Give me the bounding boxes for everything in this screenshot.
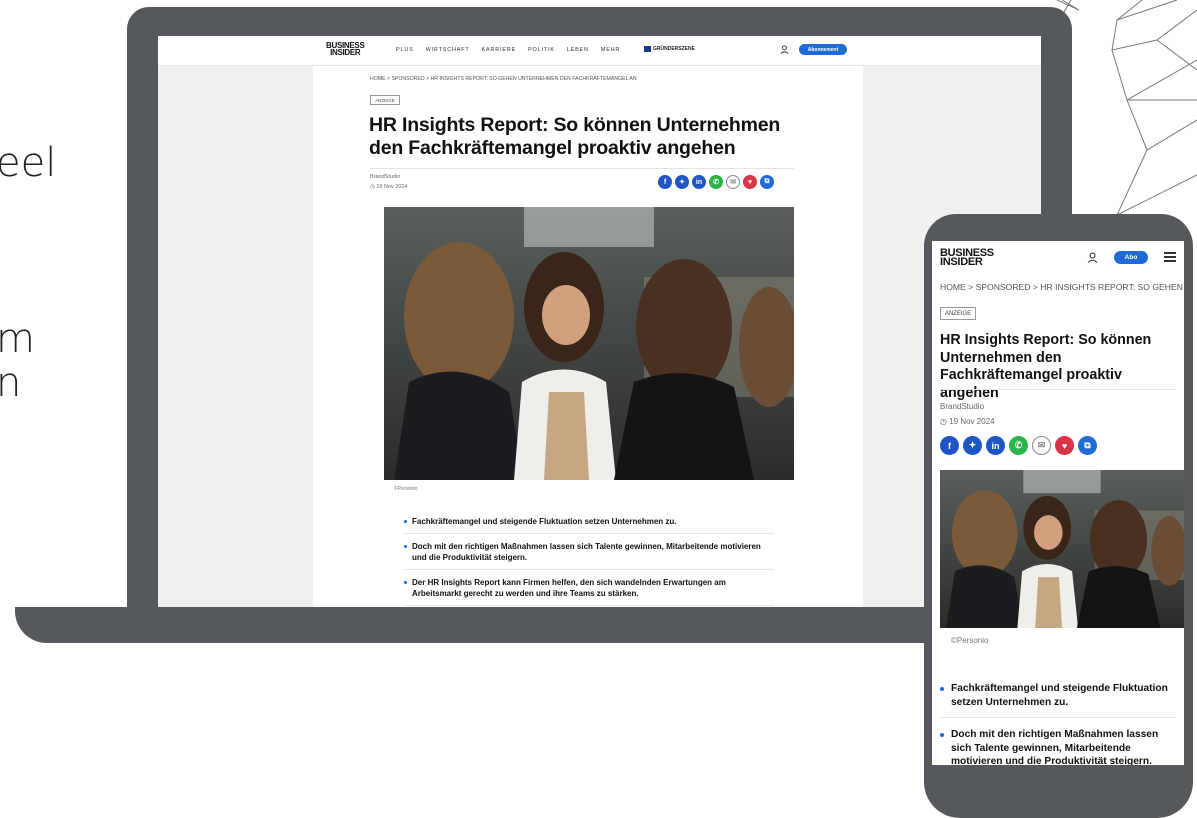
laptop-browser-viewport[interactable]: BUSINESS INSIDER PLUS WIRTSCHAFT KARRIERE… bbox=[158, 36, 1041, 607]
share-bar: f ✦ in ✆ ✉ ♥ ⧉ bbox=[940, 436, 1097, 455]
nav-item-wirtschaft[interactable]: WIRTSCHAFT bbox=[426, 47, 470, 53]
list-item: Doch mit den richtigen Maßnahmen lassen … bbox=[940, 728, 1176, 765]
author-name[interactable]: BrandStudio bbox=[940, 402, 984, 411]
decorative-polygon-lines bbox=[1057, 0, 1197, 217]
subscribe-button[interactable]: Abonnement bbox=[799, 44, 847, 55]
hamburger-menu-icon[interactable] bbox=[1164, 252, 1176, 262]
article-hero-image bbox=[384, 207, 794, 480]
whatsapp-icon[interactable]: ✆ bbox=[709, 175, 723, 189]
user-icon[interactable] bbox=[780, 45, 789, 54]
background-text-fragment: eel bbox=[0, 140, 57, 186]
nav-item-karriere[interactable]: KARRIERE bbox=[482, 47, 517, 53]
article-title: HR Insights Report: So können Unternehme… bbox=[940, 332, 1152, 401]
list-item: Fachkräftemangel und steigende Fluktuati… bbox=[940, 682, 1176, 718]
nav-item-leben[interactable]: LEBEN bbox=[567, 47, 589, 53]
facebook-icon[interactable]: f bbox=[940, 436, 959, 455]
share-bar: f ✦ in ✆ ✉ ♥ ⧉ bbox=[658, 175, 774, 189]
business-insider-logo[interactable]: BUSINESS INSIDER bbox=[940, 247, 994, 268]
divider bbox=[370, 168, 794, 169]
copy-link-icon[interactable]: ⧉ bbox=[1078, 436, 1097, 455]
site-header: BUSINESS INSIDER PLUS WIRTSCHAFT KARRIERE… bbox=[158, 36, 1041, 66]
facebook-icon[interactable]: f bbox=[658, 175, 672, 189]
breadcrumb[interactable]: HOME > SPONSORED > HR INSIGHTS REPORT: S… bbox=[940, 282, 1183, 292]
pocket-icon[interactable]: ♥ bbox=[743, 175, 757, 189]
mockup-stage: eel m n BUSINESSINSIDER PLUS WIRTSCHAFT bbox=[0, 0, 1197, 818]
ad-badge: ANZEIGE bbox=[940, 307, 976, 320]
background-text-fragment: m bbox=[0, 316, 35, 362]
mail-icon[interactable]: ✉ bbox=[1032, 436, 1051, 455]
gruenderszene-logo-icon bbox=[644, 46, 651, 52]
nav-item-gruenderszene[interactable]: GRÜNDERSZENE bbox=[644, 46, 695, 52]
twitter-icon[interactable]: ✦ bbox=[675, 175, 689, 189]
mail-icon[interactable]: ✉ bbox=[726, 175, 740, 189]
nav-item-politik[interactable]: POLITIK bbox=[528, 47, 555, 53]
business-insider-logo[interactable]: BUSINESS INSIDER bbox=[326, 42, 365, 57]
linkedin-icon[interactable]: in bbox=[986, 436, 1005, 455]
whatsapp-icon[interactable]: ✆ bbox=[1009, 436, 1028, 455]
clock-icon: ◷ bbox=[940, 417, 950, 426]
list-item: Doch mit den richtigen Maßnahmen lassen … bbox=[404, 541, 774, 570]
article-summary-list: Fachkräftemangel und steigende Fluktuati… bbox=[940, 682, 1176, 765]
nav-item-plus[interactable]: PLUS bbox=[396, 47, 414, 53]
article-summary-list: Fachkräftemangel und steigende Fluktuati… bbox=[404, 516, 774, 607]
ad-badge: ANZEIGE bbox=[370, 95, 400, 105]
pocket-icon[interactable]: ♥ bbox=[1055, 436, 1074, 455]
publish-date: ◷ 19 Nov 2024 bbox=[370, 184, 408, 190]
publish-date: ◷ 19 Nov 2024 bbox=[940, 417, 995, 426]
phone-browser-viewport[interactable]: BUSINESS INSIDER Abo HOME > SPONSORED > H… bbox=[932, 241, 1184, 765]
photo-credit: ©Personio bbox=[394, 486, 418, 492]
author-name[interactable]: BrandStudio bbox=[370, 174, 400, 180]
subscribe-button[interactable]: Abo bbox=[1114, 251, 1148, 264]
twitter-icon[interactable]: ✦ bbox=[963, 436, 982, 455]
linkedin-icon[interactable]: in bbox=[692, 175, 706, 189]
article-hero-image bbox=[940, 470, 1184, 628]
copy-link-icon[interactable]: ⧉ bbox=[760, 175, 774, 189]
list-item: Fachkräftemangel und steigende Fluktuati… bbox=[404, 516, 774, 534]
photo-credit: ©Personio bbox=[951, 636, 989, 645]
nav-item-mehr[interactable]: MEHR bbox=[601, 47, 620, 53]
main-nav: PLUS WIRTSCHAFT KARRIERE POLITIK LEBEN M… bbox=[396, 47, 620, 53]
divider bbox=[940, 389, 1176, 390]
article-title: HR Insights Report: So können Unternehme… bbox=[369, 114, 781, 159]
breadcrumb[interactable]: HOME > SPONSORED > HR INSIGHTS REPORT: S… bbox=[370, 76, 637, 82]
user-icon[interactable] bbox=[1087, 252, 1098, 263]
list-item: Der HR Insights Report kann Firmen helfe… bbox=[404, 577, 774, 606]
background-text-fragment: n bbox=[0, 360, 22, 406]
